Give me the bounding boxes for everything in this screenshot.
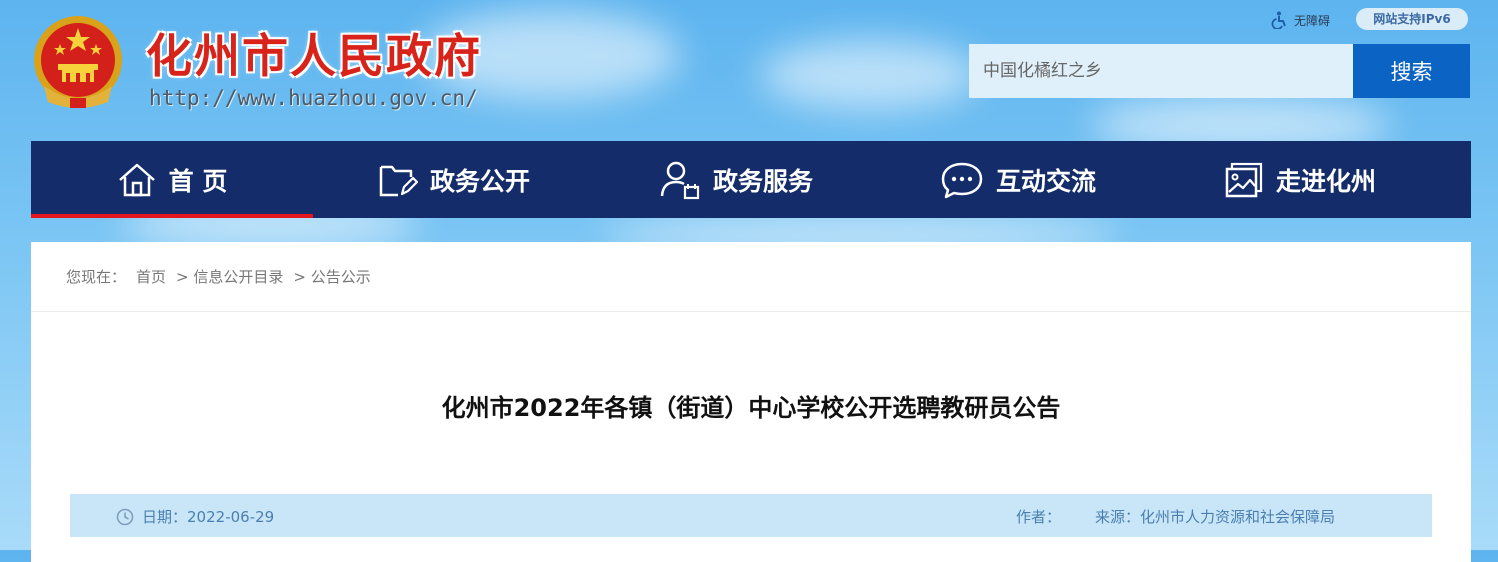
nav-item-gov-affairs[interactable]: 政务公开 xyxy=(313,141,595,218)
source-label: 来源： xyxy=(1095,508,1141,526)
article-title: 化州市2022年各镇（街道）中心学校公开选聘教研员公告 xyxy=(441,394,1061,422)
search-input[interactable] xyxy=(969,44,1353,98)
user-calendar-icon xyxy=(660,161,700,199)
divider xyxy=(31,311,1471,312)
breadcrumb-home[interactable]: 首页 xyxy=(136,266,166,287)
author-label: 作者： xyxy=(1016,508,1062,526)
ipv6-badge: 网站支持IPv6 xyxy=(1356,8,1468,30)
folder-edit-icon xyxy=(379,165,418,196)
nav-item-home[interactable]: 首 页 xyxy=(31,141,313,218)
nav-label-about-huazhou: 走进化州 xyxy=(1275,166,1376,196)
nav-label-gov-services: 政务服务 xyxy=(712,166,813,196)
accessibility-link[interactable]: 无障碍 xyxy=(1270,10,1330,30)
breadcrumb-announcements[interactable]: > 公告公示 xyxy=(293,266,370,287)
chat-bubble-icon xyxy=(941,162,983,198)
article-source: 来源：化州市人力资源和社会保障局 xyxy=(1095,506,1335,527)
nav-label-interaction: 互动交流 xyxy=(995,166,1096,196)
search-button[interactable]: 搜索 xyxy=(1353,44,1470,98)
site-url[interactable]: http://www.huazhou.gov.cn/ xyxy=(149,86,478,110)
sky-cloud xyxy=(760,40,980,110)
date-label: 日期： xyxy=(142,508,188,526)
national-emblem-logo xyxy=(34,16,122,108)
home-icon xyxy=(118,163,155,196)
wheelchair-icon xyxy=(1271,11,1286,29)
article-meta-bar: 日期：2022-06-29 作者： 来源：化州市人力资源和社会保障局 xyxy=(70,494,1432,537)
nav-item-interaction[interactable]: 互动交流 xyxy=(877,141,1159,218)
nav-item-about-huazhou[interactable]: 走进化州 xyxy=(1159,141,1441,218)
source-value: 化州市人力资源和社会保障局 xyxy=(1140,508,1336,526)
breadcrumb-info-catalog[interactable]: > 信息公开目录 xyxy=(176,266,283,287)
date-value: 2022-06-29 xyxy=(187,508,275,526)
nav-item-gov-services[interactable]: 政务服务 xyxy=(595,141,877,218)
picture-icon xyxy=(1225,162,1263,197)
content-card: 您现在： 首页 > 信息公开目录 > 公告公示 化州市2022年各镇（街道）中心… xyxy=(31,242,1471,562)
article-date: 日期：2022-06-29 xyxy=(116,506,274,527)
site-title: 化州市人民政府 xyxy=(146,29,482,83)
clock-icon xyxy=(116,508,134,525)
breadcrumb-prefix: 您现在： xyxy=(66,268,127,286)
nav-label-home: 首 页 xyxy=(168,166,228,196)
accessibility-label: 无障碍 xyxy=(1294,13,1331,28)
breadcrumb: 您现在： 首页 > 信息公开目录 > 公告公示 xyxy=(66,266,371,287)
main-nav: 首 页 政务公开 政务服务 互动交流 走进化州 xyxy=(31,141,1471,218)
article-author: 作者： xyxy=(1016,506,1061,527)
nav-label-gov-affairs: 政务公开 xyxy=(429,166,530,196)
